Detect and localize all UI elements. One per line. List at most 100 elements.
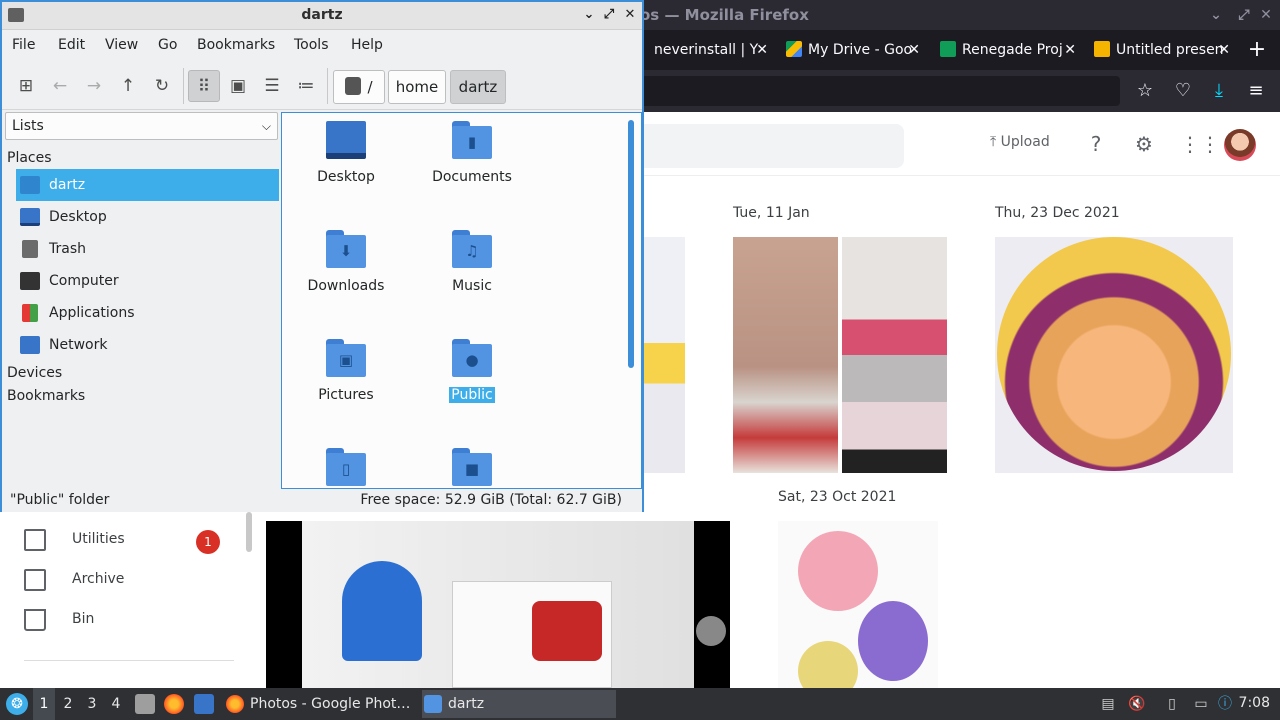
maximize-icon[interactable]: ⤢ — [1234, 5, 1254, 25]
close-icon[interactable]: ✕ — [1256, 5, 1276, 25]
workspace-1[interactable]: 1 — [33, 688, 55, 720]
photos-search-input[interactable] — [640, 124, 904, 168]
sidebar-item-dartz[interactable]: dartz — [16, 169, 279, 201]
photo-thumbnail[interactable] — [266, 521, 730, 688]
reload-icon[interactable]: ↻ — [146, 70, 178, 102]
sidebar-item-label: Computer — [49, 273, 119, 289]
close-tab-icon[interactable]: ✕ — [756, 30, 768, 70]
start-menu-icon[interactable]: ❂ — [6, 693, 28, 715]
file-manager-launcher-icon[interactable] — [135, 694, 155, 714]
volume-muted-icon[interactable]: 🔇 — [1128, 695, 1146, 713]
back-arrow-icon[interactable]: ← — [44, 70, 76, 102]
menu-bookmarks[interactable]: Bookmarks — [197, 37, 275, 53]
sidebar-item-computer[interactable]: Computer — [16, 265, 279, 297]
maximize-icon[interactable]: ⤢ — [600, 6, 618, 24]
download-icon[interactable]: ⤓ — [1207, 79, 1231, 103]
pocket-icon[interactable]: ♡ — [1171, 79, 1195, 103]
folder-item-music[interactable]: ♫ Music — [412, 230, 532, 294]
detailed-list-view-icon[interactable]: ≔ — [290, 70, 322, 102]
breadcrumb-dartz[interactable]: dartz — [450, 70, 506, 104]
help-icon[interactable]: ? — [1084, 132, 1108, 156]
notification-icon[interactable]: ⓘ — [1216, 695, 1234, 713]
sidebar-item-archive[interactable]: Archive — [24, 566, 234, 596]
new-tab-icon[interactable]: ⊞ — [10, 70, 42, 102]
sidebar-scrollbar[interactable] — [246, 512, 252, 552]
select-value: Lists — [12, 118, 44, 134]
clipboard-icon[interactable]: ▤ — [1099, 695, 1117, 713]
folder-item-templates[interactable]: ▯ — [286, 448, 406, 486]
up-arrow-icon[interactable]: ↑ — [112, 70, 144, 102]
tab-neverinstall[interactable]: neverinstall | Y ✕ — [644, 30, 774, 70]
file-manager-titlebar[interactable]: dartz ⌄ ⤢ ✕ — [2, 2, 642, 30]
hamburger-menu-icon[interactable]: ≡ — [1244, 79, 1268, 103]
icon-view-icon[interactable]: ⠿ — [188, 70, 220, 102]
folder-item-videos[interactable]: ■ — [412, 448, 532, 486]
sidebar-item-network[interactable]: Network — [16, 329, 279, 361]
thumbnail-view-icon[interactable]: ▣ — [222, 70, 254, 102]
vertical-scrollbar[interactable] — [628, 120, 634, 368]
forward-arrow-icon[interactable]: → — [78, 70, 110, 102]
music-folder-icon: ♫ — [452, 230, 492, 268]
folder-item-documents[interactable]: ▮ Documents — [412, 121, 532, 185]
menu-help[interactable]: Help — [351, 37, 383, 53]
close-tab-icon[interactable]: ✕ — [1064, 30, 1076, 70]
menu-file[interactable]: File — [12, 37, 35, 53]
folder-item-desktop[interactable]: Desktop — [286, 121, 406, 185]
photo-thumbnail[interactable] — [778, 521, 938, 701]
side-pane-mode-select[interactable]: Lists ⌵ — [5, 112, 278, 140]
gear-icon[interactable]: ⚙ — [1132, 132, 1156, 156]
photo-thumbnail[interactable] — [995, 237, 1233, 473]
tab-renegade-project[interactable]: Renegade Proj ✕ — [930, 30, 1082, 70]
folder-item-downloads[interactable]: ⬇ Downloads — [286, 230, 406, 294]
desktop-launcher-icon[interactable] — [194, 694, 214, 714]
folder-item-pictures[interactable]: ▣ Pictures — [286, 339, 406, 403]
sidebar-item-bin[interactable]: Bin — [24, 606, 234, 636]
devices-heading[interactable]: Devices — [7, 365, 62, 381]
sidebar-item-label: Desktop — [49, 209, 107, 225]
sidebar-item-desktop[interactable]: Desktop — [16, 201, 279, 233]
status-selection-text: "Public" folder — [10, 492, 110, 508]
upload-button[interactable]: ⤒ Upload — [990, 134, 1050, 150]
menu-tools[interactable]: Tools — [294, 37, 329, 53]
folder-icon-view[interactable]: Desktop ▮ Documents ⬇ Downloads ♫ Music … — [281, 112, 642, 489]
compact-view-icon[interactable]: ☰ — [256, 70, 288, 102]
workspace-4[interactable]: 4 — [105, 688, 127, 720]
minimize-icon[interactable]: ⌄ — [580, 6, 598, 24]
document-icon[interactable]: ▯ — [1163, 695, 1181, 713]
new-tab-button[interactable]: + — [1242, 30, 1272, 70]
close-icon[interactable]: ✕ — [621, 6, 639, 24]
url-bar[interactable] — [640, 76, 1120, 106]
tab-label: Renegade Proj — [962, 42, 1063, 58]
display-icon[interactable]: ▭ — [1192, 695, 1210, 713]
bookmark-star-icon[interactable]: ☆ — [1133, 79, 1157, 103]
firefox-launcher-icon[interactable] — [164, 694, 184, 714]
menu-go[interactable]: Go — [158, 37, 177, 53]
close-tab-icon[interactable]: ✕ — [1218, 30, 1230, 70]
avatar[interactable] — [1224, 129, 1256, 161]
workspace-3[interactable]: 3 — [81, 688, 103, 720]
bookmarks-heading[interactable]: Bookmarks — [7, 388, 85, 404]
tab-label: neverinstall | Y — [654, 42, 759, 58]
photo-thumbnail[interactable] — [842, 237, 947, 473]
task-dartz-file-manager[interactable]: dartz — [422, 690, 616, 718]
documents-folder-icon: ▮ — [452, 121, 492, 159]
menu-view[interactable]: View — [105, 37, 138, 53]
menu-edit[interactable]: Edit — [58, 37, 85, 53]
folder-name: Music — [452, 278, 492, 294]
sidebar-item-applications[interactable]: Applications — [16, 297, 279, 329]
breadcrumb-root[interactable]: / — [333, 70, 385, 104]
apps-grid-icon[interactable]: ⋮⋮ — [1180, 132, 1220, 156]
photo-thumbnail[interactable] — [733, 237, 838, 473]
folder-item-public[interactable]: ● Public — [412, 339, 532, 403]
close-tab-icon[interactable]: ✕ — [908, 30, 920, 70]
workspace-2[interactable]: 2 — [57, 688, 79, 720]
google-drive-icon — [786, 41, 802, 57]
minimize-icon[interactable]: ⌄ — [1206, 5, 1226, 25]
places-heading[interactable]: Places — [7, 150, 52, 166]
tab-my-drive[interactable]: My Drive - Goo ✕ — [776, 30, 926, 70]
breadcrumb-home[interactable]: home — [388, 70, 446, 104]
tab-untitled-presentation[interactable]: Untitled presen ✕ — [1084, 30, 1236, 70]
sidebar-item-trash[interactable]: Trash — [16, 233, 279, 265]
photo-thumbnail[interactable] — [644, 237, 685, 473]
task-photos-firefox[interactable]: Photos - Google Phot… — [224, 690, 420, 718]
